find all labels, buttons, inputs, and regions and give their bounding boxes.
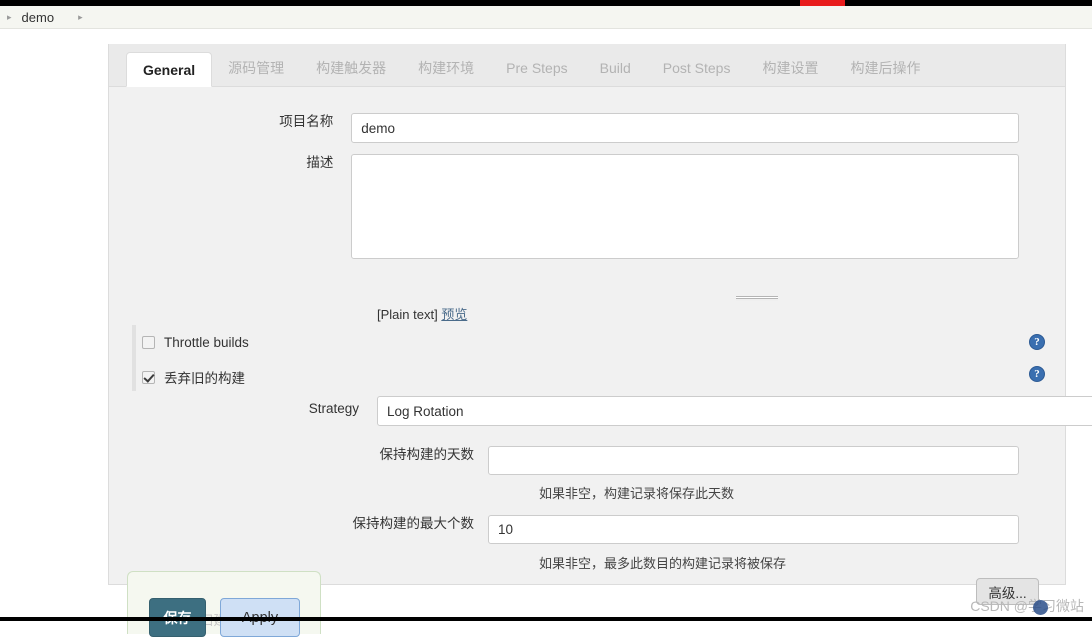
project-name-label: 项目名称 [279,114,334,129]
tab-post-steps[interactable]: Post Steps [647,51,747,86]
tab-build-triggers[interactable]: 构建触发器 [300,51,402,86]
form-block-indicator [132,325,136,391]
breadcrumb-item-demo[interactable]: demo [18,10,59,25]
days-to-keep-label: 保持构建的天数 [379,447,475,462]
throttle-builds-label: Throttle builds [164,335,249,350]
watermark-badge-icon [1033,600,1048,615]
project-name-input[interactable] [351,113,1019,143]
description-markup-note: [Plain text] 预览 [377,304,467,323]
strategy-select[interactable]: Log Rotation ▼ [377,396,1092,426]
strategy-label: Strategy [308,401,359,416]
max-builds-input[interactable] [488,515,1019,544]
watermark-text: CSDN @学习微站 [970,598,1084,614]
breadcrumb: ▸ demo ▸ [0,6,1092,29]
tab-build[interactable]: Build [584,51,647,86]
days-to-keep-hint: 如果非空，构建记录将保存此天数 [539,486,735,501]
max-builds-row: 保持构建的最大个数 [109,515,1019,544]
project-name-row: 项目名称 [109,113,1019,143]
plain-text-label: [Plain text] [377,307,438,322]
days-to-keep-row: 保持构建的天数 [109,446,1019,475]
max-builds-hint: 如果非空，最多此数目的构建记录将被保存 [539,556,787,571]
breadcrumb-chevron-down-icon[interactable]: ▸ [72,12,89,22]
tab-source-management[interactable]: 源码管理 [212,51,300,86]
job-config-panel: General 源码管理 构建触发器 构建环境 Pre Steps Build … [108,44,1092,605]
tab-pre-steps[interactable]: Pre Steps [490,51,583,86]
discard-old-builds-checkbox[interactable] [142,370,155,384]
tab-general[interactable]: General [126,52,213,87]
page-body: General 源码管理 构建触发器 构建环境 Pre Steps Build … [0,29,1092,637]
textarea-resize-handle[interactable] [736,296,778,301]
max-builds-label: 保持构建的最大个数 [352,516,475,531]
days-to-keep-input[interactable] [488,446,1019,475]
tab-build-environment[interactable]: 构建环境 [402,51,490,86]
help-icon-throttle-builds[interactable]: ? [1029,334,1045,350]
tab-post-build-actions[interactable]: 构建后操作 [834,51,936,86]
preview-link[interactable]: 预览 [441,307,467,322]
browser-bottom-strip [0,617,1092,621]
throttle-builds-row[interactable]: Throttle builds [142,335,249,350]
breadcrumb-chevron-icon: ▸ [7,11,12,22]
help-icon-discard-old-builds[interactable]: ? [1029,366,1045,382]
throttle-builds-checkbox[interactable] [142,336,155,349]
tab-build-settings[interactable]: 构建设置 [746,51,834,86]
discard-old-builds-label: 丢弃旧的构建 [164,371,245,386]
strategy-selected-value: Log Rotation [387,403,464,419]
discard-old-builds-row[interactable]: 丢弃旧的构建 [142,367,245,387]
config-tab-bar: General 源码管理 构建触发器 构建环境 Pre Steps Build … [109,44,1065,87]
description-textarea[interactable] [351,154,1019,259]
description-row: 描述 [109,154,1019,259]
general-form: 项目名称 描述 [Plain text] 预览 Throttle builds … [109,87,1092,605]
description-label: 描述 [306,155,334,170]
